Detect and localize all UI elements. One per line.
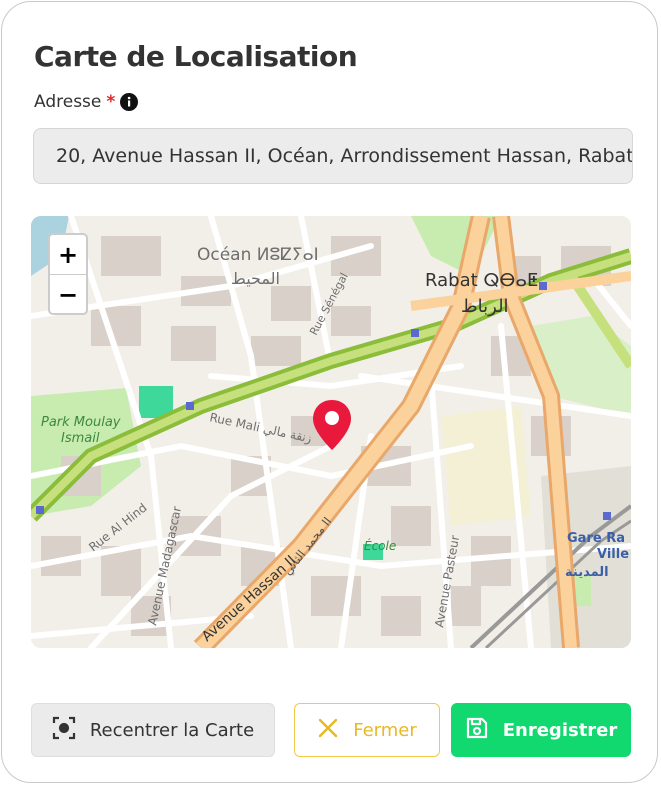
zoom-out-button[interactable]: − bbox=[50, 275, 86, 313]
map-label-park: Park Moulay bbox=[41, 415, 121, 430]
close-label: Fermer bbox=[353, 719, 417, 741]
map-label-rabat-ar: الرباط bbox=[461, 296, 509, 317]
address-label: Adresse bbox=[34, 92, 102, 112]
required-marker: * bbox=[106, 92, 116, 112]
info-icon[interactable] bbox=[120, 93, 139, 111]
map-label-ocean: Océan ⵍⵓⵇⵢⴰⵏ bbox=[197, 245, 319, 265]
focus-target-icon bbox=[52, 716, 76, 745]
save-button[interactable]: Enregistrer bbox=[451, 703, 631, 757]
map-label-park-2: Ismail bbox=[61, 431, 100, 446]
zoom-in-button[interactable]: + bbox=[50, 235, 86, 275]
map-label-ocean-ar: المحيط bbox=[231, 269, 280, 288]
map-label-gare-2: Ville bbox=[597, 547, 629, 562]
map-label-gare-3: المدينة bbox=[565, 565, 609, 580]
floppy-disk-icon bbox=[465, 716, 489, 745]
map-label-rabat: Rabat ⵕⴱⴰⵟ bbox=[425, 270, 538, 291]
address-label-row: Adresse * bbox=[34, 92, 139, 112]
save-label: Enregistrer bbox=[502, 719, 618, 741]
page-title: Carte de Localisation bbox=[34, 40, 358, 73]
zoom-control: + − bbox=[48, 233, 88, 315]
recenter-label: Recentrer la Carte bbox=[89, 719, 255, 741]
location-pin-icon[interactable] bbox=[311, 398, 353, 452]
close-icon bbox=[317, 717, 339, 744]
map-label-gare: Gare Ra bbox=[567, 531, 625, 546]
map-label-ecole: École bbox=[364, 538, 396, 553]
address-input[interactable]: 20, Avenue Hassan II, Océan, Arrondissem… bbox=[33, 128, 633, 184]
recenter-map-button[interactable]: Recentrer la Carte bbox=[31, 703, 275, 757]
close-button[interactable]: Fermer bbox=[294, 703, 440, 757]
